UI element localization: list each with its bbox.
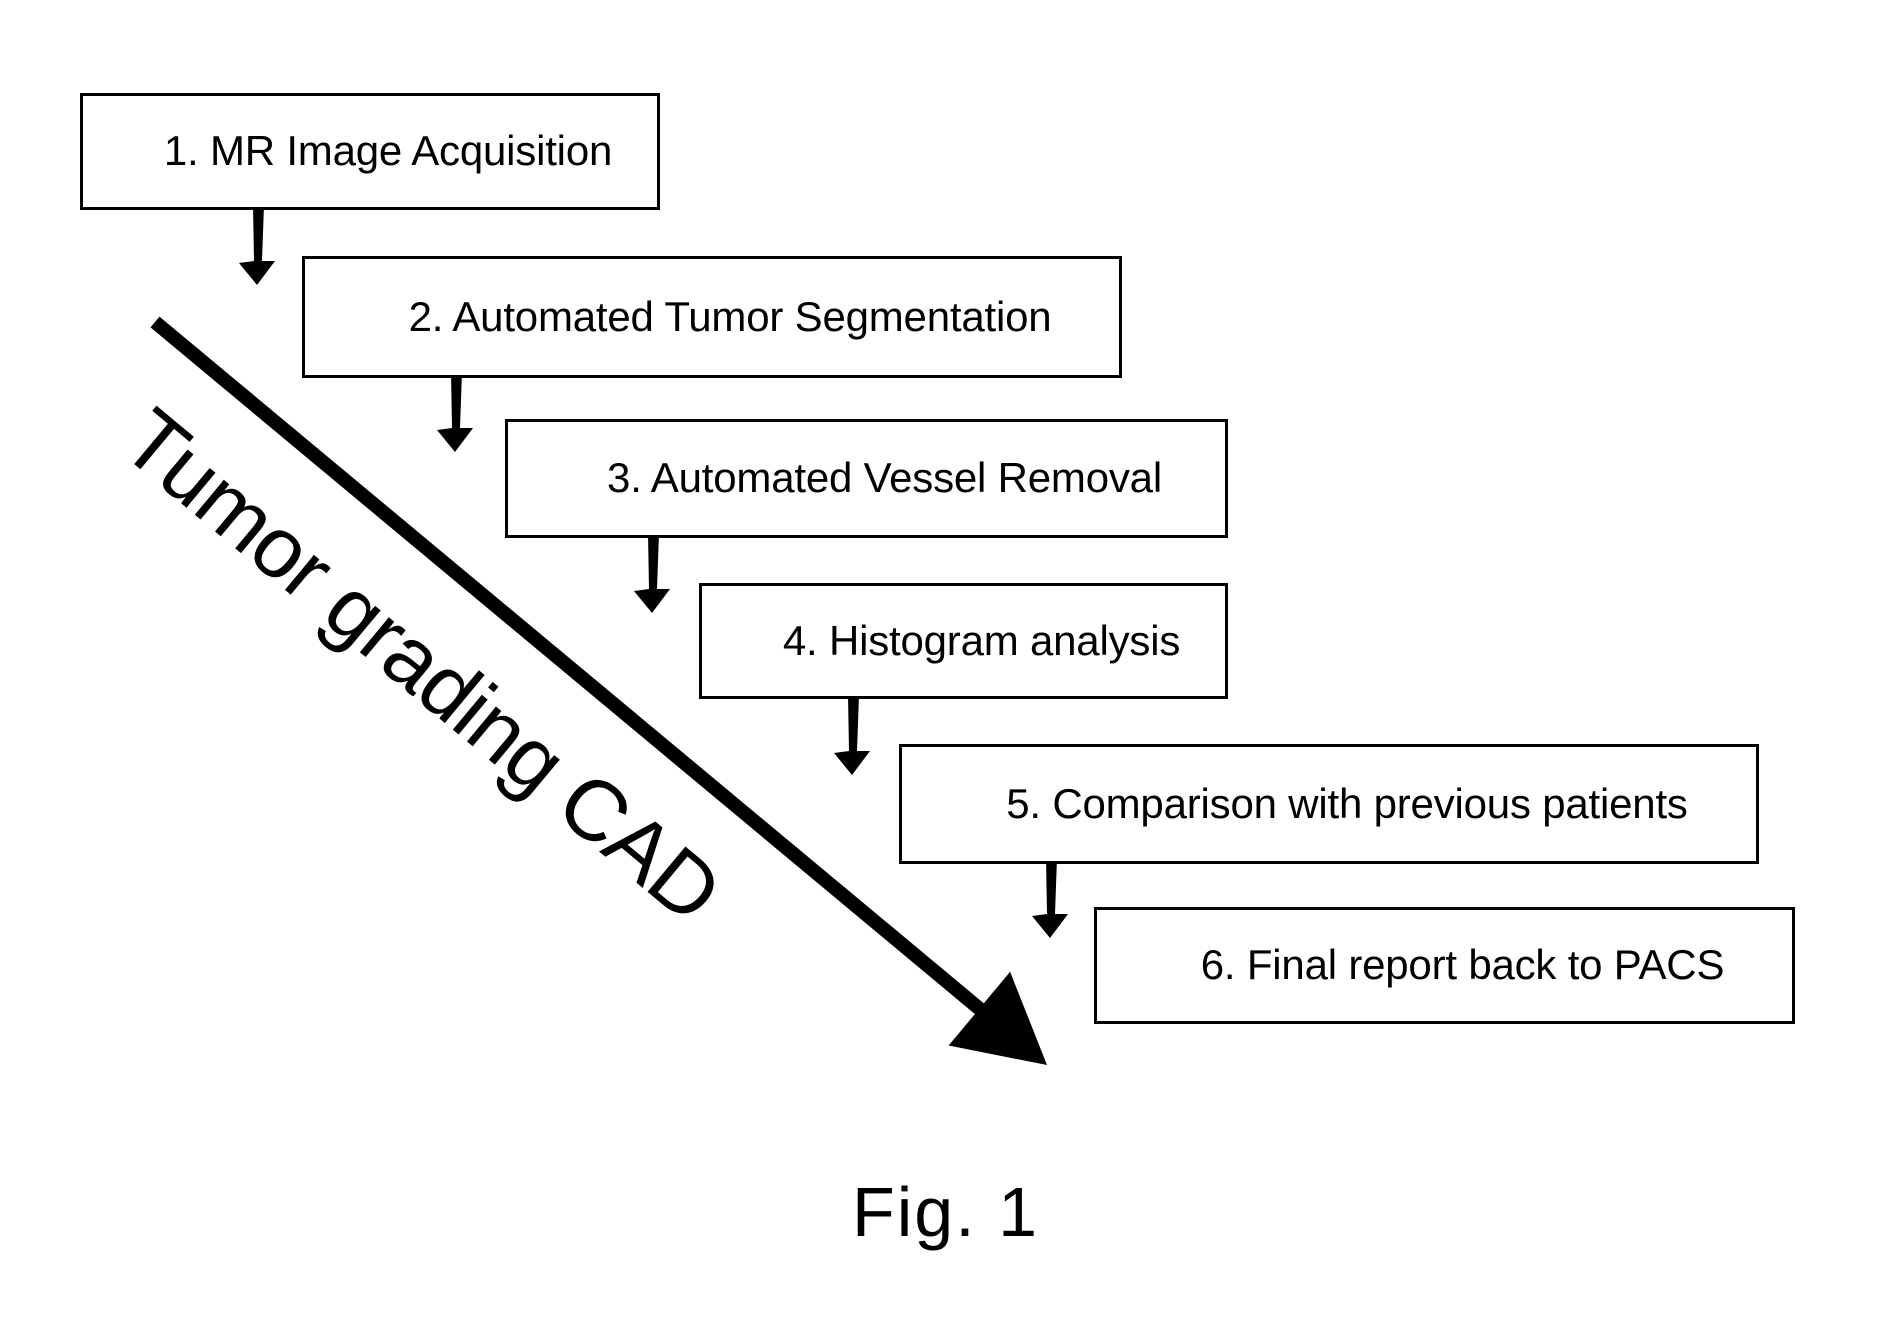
flow-step-6[interactable]: 6. Final report back to PACS [1094, 907, 1795, 1024]
flow-step-4[interactable]: 4. Histogram analysis [699, 583, 1228, 699]
figure-root: Tumor grading CAD 1. MR Image Acquisitio… [0, 0, 1891, 1343]
connector-4-5 [834, 695, 870, 775]
arrow-down-icon [834, 695, 870, 775]
flow-step-2[interactable]: 2. Automated Tumor Segmentation [302, 256, 1122, 378]
flow-step-4-label: 4. Histogram analysis [782, 616, 1181, 664]
arrow-down-icon [437, 372, 473, 452]
connector-2-3 [437, 372, 473, 452]
arrow-down-icon [239, 205, 275, 285]
connector-1-2 [239, 205, 275, 285]
arrow-down-icon [634, 533, 670, 613]
flow-step-5[interactable]: 5. Comparison with previous patients [899, 744, 1759, 864]
flow-step-3[interactable]: 3. Automated Vessel Removal [505, 419, 1228, 538]
flow-step-2-label: 2. Automated Tumor Segmentation [408, 292, 1052, 340]
connector-3-4 [634, 533, 670, 613]
flow-step-5-label: 5. Comparison with previous patients [1006, 779, 1688, 827]
figure-caption: Fig. 1 [851, 1173, 1040, 1251]
flow-step-1-label: 1. MR Image Acquisition [163, 127, 613, 175]
flow-step-1[interactable]: 1. MR Image Acquisition [80, 93, 660, 210]
diagonal-arrow-head [948, 971, 1047, 1065]
flow-step-3-label: 3. Automated Vessel Removal [607, 454, 1162, 502]
arrow-down-icon [1032, 858, 1068, 938]
connector-5-6 [1032, 858, 1068, 938]
flow-step-6-label: 6. Final report back to PACS [1200, 941, 1725, 989]
